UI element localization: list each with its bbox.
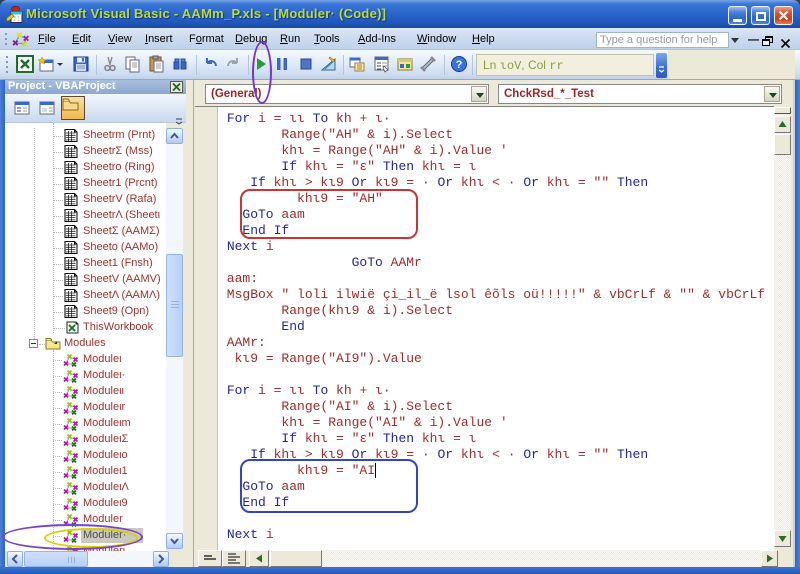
svg-text:?: ? (456, 59, 463, 71)
